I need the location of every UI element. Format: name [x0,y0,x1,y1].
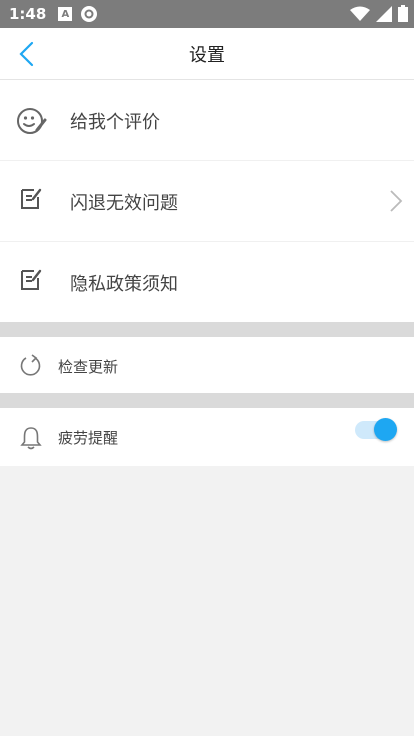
wifi-icon [350,6,370,21]
section-gap [0,393,414,408]
edit-note-icon [21,269,42,290]
bell-icon [20,427,42,450]
section-gap [0,322,414,337]
toggle-knob [374,418,397,441]
fatigue-reminder-toggle[interactable] [353,418,397,442]
crash-issue-item[interactable]: 闪退无效问题 [0,161,414,241]
status-bar: 1:48 A [0,0,414,28]
settings-main-section: 给我个评价 闪退无效问题 隐私政策须知 [0,80,414,322]
page-title: 设置 [189,45,225,66]
app-header: 设置 [0,28,414,80]
fatigue-reminder-label: 疲劳提醒 [58,429,119,447]
battery-icon [398,5,408,22]
crash-issue-label: 闪退无效问题 [70,193,178,214]
signal-icon [376,5,392,22]
check-update-item[interactable]: 检查更新 [0,337,414,393]
privacy-policy-label: 隐私政策须知 [70,274,178,295]
refresh-icon [20,354,41,376]
notification-a-icon: A [58,7,73,21]
fatigue-reminder-item: 疲劳提醒 [0,408,414,466]
rate-app-item[interactable]: 给我个评价 [0,80,414,160]
smiley-pen-icon [17,108,47,134]
sync-icon [81,6,98,22]
check-update-label: 检查更新 [58,358,119,376]
edit-note-icon [21,188,42,209]
chevron-right-icon [390,190,403,212]
status-time: 1:48 [9,5,47,23]
privacy-policy-item[interactable]: 隐私政策须知 [0,242,414,322]
rate-app-label: 给我个评价 [70,112,160,133]
